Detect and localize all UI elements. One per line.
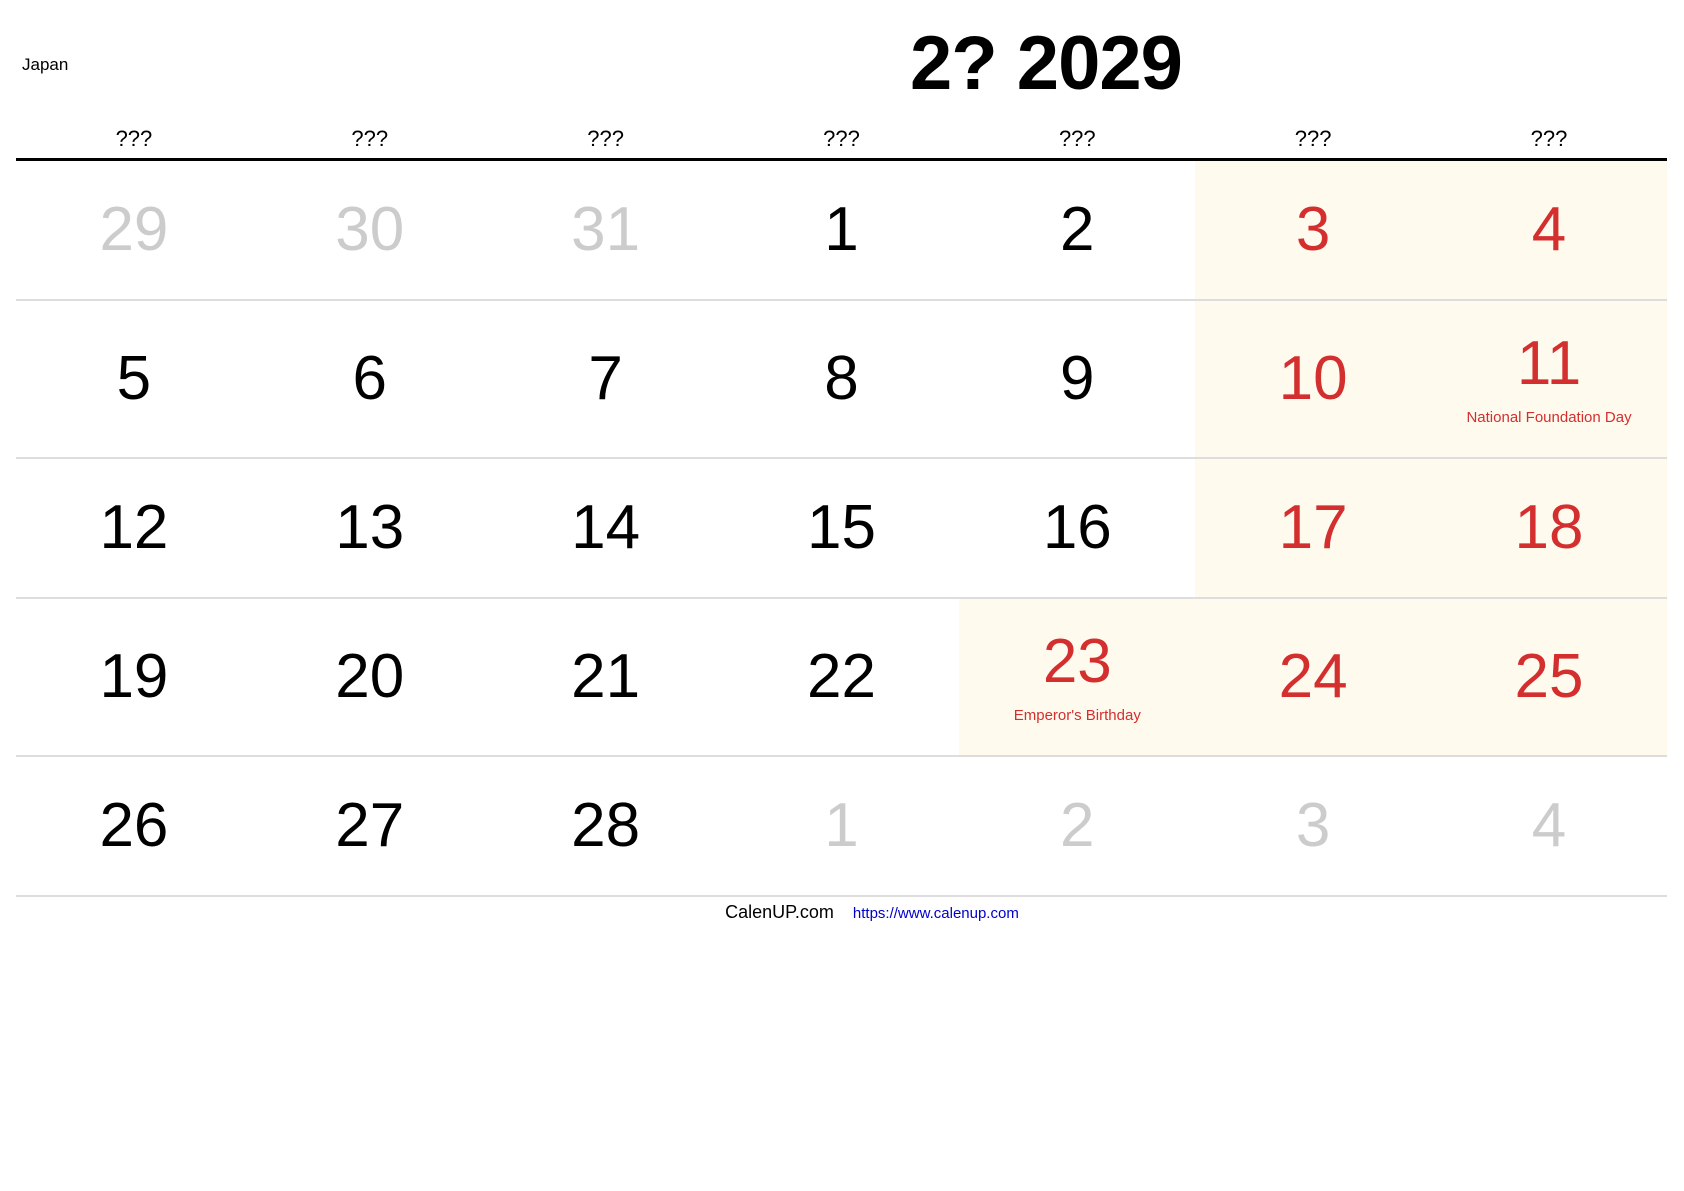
day-number: 24 <box>1278 642 1348 711</box>
day-number: 14 <box>571 493 641 562</box>
day-cell-other-month[interactable]: 3 <box>1195 756 1432 897</box>
day-number: 12 <box>99 493 169 562</box>
day-number: 28 <box>571 791 641 860</box>
day-number: 3 <box>1295 791 1331 860</box>
day-number: 8 <box>824 344 859 413</box>
day-cell-weekend[interactable]: 18 <box>1431 458 1667 599</box>
day-number: 25 <box>1514 642 1584 711</box>
day-cell-other-month[interactable]: 2 <box>959 756 1196 897</box>
day-cell[interactable]: 12 <box>16 458 252 599</box>
brand-name: CalenUP.com <box>725 902 834 922</box>
day-cell-weekend[interactable]: 3 <box>1195 159 1432 301</box>
day-number: 10 <box>1278 344 1348 413</box>
day-cell[interactable]: 20 <box>251 598 488 757</box>
day-cell[interactable]: 1 <box>723 159 960 301</box>
day-cell[interactable]: 21 <box>487 598 724 757</box>
day-number: 3 <box>1295 195 1331 264</box>
day-cell-weekend[interactable]: 17 <box>1195 458 1432 599</box>
day-number: 2 <box>1060 791 1095 860</box>
holiday-label: Emperor's Birthday <box>1013 706 1141 724</box>
day-cell[interactable]: 13 <box>251 458 488 599</box>
day-cell-other-month[interactable]: 30 <box>251 159 488 301</box>
day-number: 4 <box>1531 195 1567 264</box>
day-cell[interactable]: 15 <box>723 458 960 599</box>
calendar-weeks: 29 30 31 1 2 3 4 5 6 7 8 9 10 11 National Foundation D… <box>16 159 1667 897</box>
website-link[interactable]: https://www.calenup.com <box>853 905 1019 922</box>
day-number: 6 <box>352 344 387 413</box>
day-cell[interactable]: 2 <box>959 159 1196 301</box>
day-cell-other-month[interactable]: 31 <box>487 159 724 301</box>
weekday-header: ??? <box>723 110 960 161</box>
day-cell[interactable]: 19 <box>16 598 252 757</box>
day-number: 30 <box>335 195 405 264</box>
weekday-header: ??? <box>16 110 252 161</box>
day-cell-other-month[interactable]: 4 <box>1431 756 1667 897</box>
day-number: 21 <box>571 642 641 711</box>
country-label: Japan <box>22 55 69 74</box>
day-number: 1 <box>824 791 859 860</box>
weekday-header: ??? <box>959 110 1196 161</box>
day-cell[interactable]: 9 <box>959 300 1196 459</box>
day-cell[interactable]: 7 <box>487 300 724 459</box>
day-number: 4 <box>1531 791 1567 860</box>
day-cell[interactable]: 27 <box>251 756 488 897</box>
day-cell[interactable]: 28 <box>487 756 724 897</box>
day-cell[interactable]: 6 <box>251 300 488 459</box>
weekday-header: ??? <box>1195 110 1432 161</box>
day-cell[interactable]: 16 <box>959 458 1196 599</box>
day-number: 31 <box>571 195 641 264</box>
day-number: 5 <box>116 344 152 413</box>
weekday-header: ??? <box>251 110 488 161</box>
day-cell[interactable]: 8 <box>723 300 960 459</box>
day-number: 13 <box>335 493 405 562</box>
week-row: 26 27 28 1 2 3 4 <box>16 756 1667 897</box>
day-number: 7 <box>588 344 623 413</box>
day-cell-other-month[interactable]: 29 <box>16 159 252 301</box>
weekday-header: ??? <box>1431 110 1667 161</box>
day-number: 16 <box>1042 493 1112 562</box>
day-cell[interactable]: 22 <box>723 598 960 757</box>
holiday-label: National Foundation Day <box>1466 408 1632 426</box>
day-number: 27 <box>335 791 405 860</box>
month-year-title: 2? 2029 <box>910 21 1183 106</box>
calendar-grid: ??? ??? ??? ??? ??? ??? ??? 29 30 31 1 2 3 4 5 6… <box>16 110 1667 897</box>
week-row: 19 20 21 22 23 Emperor's Birthday 24 25 <box>16 598 1667 757</box>
day-number: 15 <box>806 493 876 562</box>
day-number: 20 <box>335 642 405 711</box>
day-number: 22 <box>806 642 876 711</box>
day-cell[interactable]: 14 <box>487 458 724 599</box>
weekday-header: ??? <box>487 110 724 161</box>
day-number: 29 <box>99 195 169 264</box>
day-cell-other-month[interactable]: 1 <box>723 756 960 897</box>
day-cell[interactable]: 5 <box>16 300 252 459</box>
day-number: 1 <box>824 195 859 264</box>
footer: CalenUP.com https://www.calenup.com <box>0 902 1684 923</box>
day-cell-weekend[interactable]: 25 <box>1431 598 1667 757</box>
week-row: 29 30 31 1 2 3 4 <box>16 159 1667 301</box>
day-number: 19 <box>99 642 169 711</box>
week-row: 12 13 14 15 16 17 18 <box>16 458 1667 599</box>
day-cell-weekend[interactable]: 10 <box>1195 300 1432 459</box>
day-number: 11 <box>1516 328 1582 398</box>
day-cell[interactable]: 26 <box>16 756 252 897</box>
day-number: 2 <box>1060 195 1095 264</box>
day-number: 17 <box>1278 493 1348 562</box>
day-cell-holiday[interactable]: 23 Emperor's Birthday <box>959 598 1196 757</box>
day-cell-weekend[interactable]: 24 <box>1195 598 1432 757</box>
week-row: 5 6 7 8 9 10 11 National Foundation Day <box>16 300 1667 459</box>
day-number: 23 <box>1042 626 1112 696</box>
weekday-header-row: ??? ??? ??? ??? ??? ??? ??? <box>16 110 1667 161</box>
day-number: 9 <box>1060 344 1095 413</box>
day-number: 26 <box>99 791 169 860</box>
day-cell-weekend[interactable]: 11 National Foundation Day <box>1431 300 1667 459</box>
day-number: 18 <box>1514 493 1584 562</box>
day-cell-weekend[interactable]: 4 <box>1431 159 1667 301</box>
